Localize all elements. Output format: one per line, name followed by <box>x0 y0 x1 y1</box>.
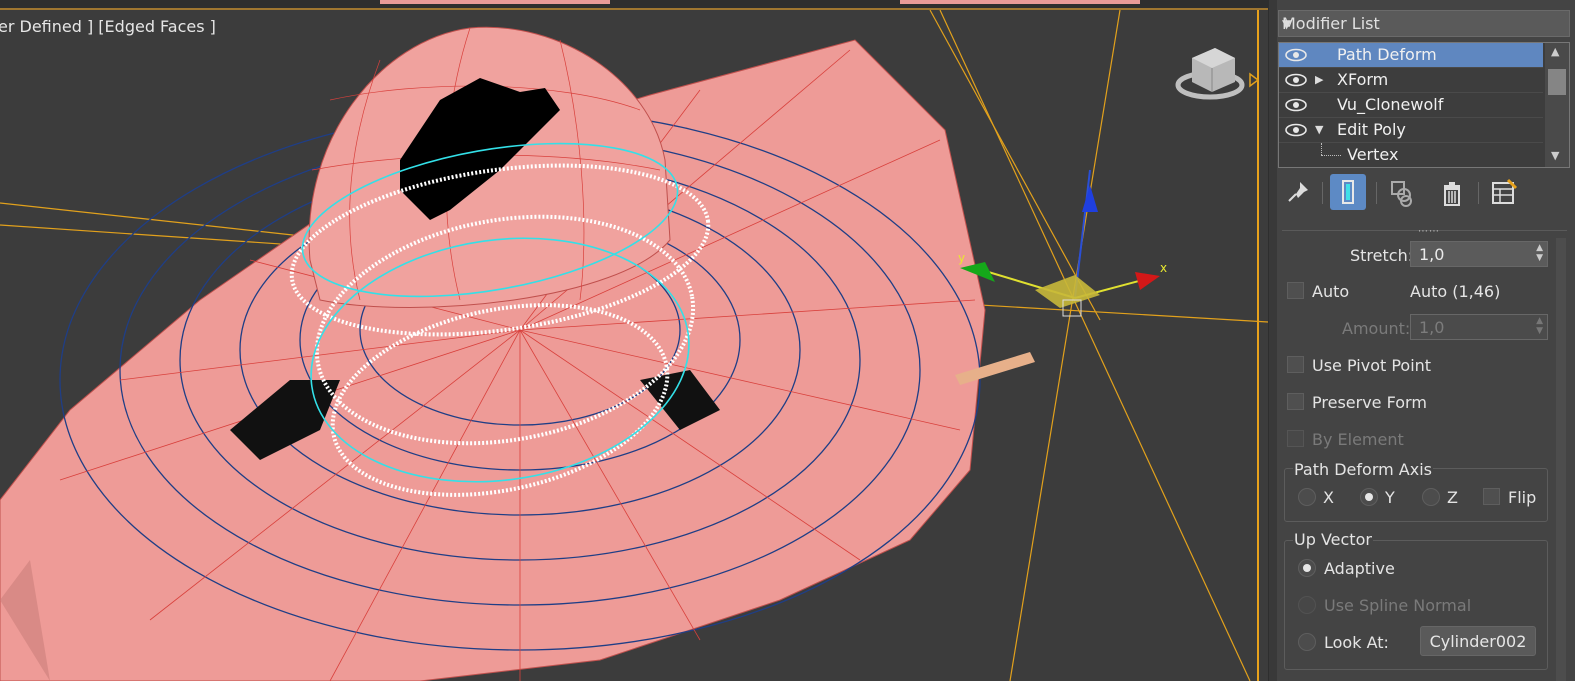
toolbar-divider <box>1322 182 1323 204</box>
amount-spinner[interactable]: 1,0 ▲ ▼ <box>1410 314 1548 340</box>
viewport-label[interactable]: er Defined ] [Edged Faces ] <box>0 17 216 36</box>
axis-y-label: Y <box>1385 488 1395 507</box>
toolbar-divider <box>1376 182 1377 204</box>
by-element-label: By Element <box>1312 430 1404 449</box>
use-pivot-point-label: Use Pivot Point <box>1312 356 1432 375</box>
path-deform-axis-title: Path Deform Axis <box>1293 460 1433 479</box>
by-element-checkbox[interactable] <box>1287 430 1304 447</box>
trash-icon <box>1444 182 1460 206</box>
spinner-arrows-icon[interactable]: ▲ ▼ <box>1536 243 1543 263</box>
eye-icon[interactable] <box>1285 48 1307 62</box>
flip-label: Flip <box>1508 488 1537 507</box>
stack-item-label: Path Deform <box>1337 45 1437 64</box>
use-pivot-point-checkbox[interactable] <box>1287 356 1304 373</box>
expand-arrow-icon[interactable]: ▶ <box>1315 73 1323 86</box>
stack-item-edit-poly[interactable]: ▼ Edit Poly <box>1279 118 1543 143</box>
scroll-down-icon[interactable]: ▼ <box>1551 149 1559 162</box>
use-spline-normal-radio[interactable] <box>1298 596 1316 614</box>
stack-toolbar <box>1278 172 1570 216</box>
svg-text:y: y <box>958 251 965 265</box>
show-end-result-button[interactable] <box>1330 174 1366 210</box>
configure-sets-icon <box>1492 178 1518 204</box>
amount-value: 1,0 <box>1419 318 1445 337</box>
tree-line <box>1321 143 1323 155</box>
stack-item-label: Vu_Clonewolf <box>1337 95 1444 114</box>
remove-modifier-button[interactable] <box>1434 174 1470 210</box>
axis-y-radio[interactable] <box>1360 488 1378 506</box>
axis-z-label: Z <box>1447 488 1458 507</box>
pin-icon <box>1288 182 1308 202</box>
configure-modifier-sets-button[interactable] <box>1486 174 1522 210</box>
scroll-thumb[interactable] <box>1548 69 1566 95</box>
up-vector-title: Up Vector <box>1293 530 1373 549</box>
make-unique-button[interactable] <box>1384 174 1420 210</box>
modifier-stack[interactable]: Path Deform ▶ XForm Vu_Clonewolf ▼ Edit … <box>1278 42 1570 168</box>
auto-value: Auto (1,46) <box>1410 282 1501 301</box>
stack-item-xform[interactable]: ▶ XForm <box>1279 68 1543 93</box>
app-root: x y er Defined ] [Edged Faces ] Modifier… <box>0 0 1575 681</box>
scroll-up-icon[interactable]: ▲ <box>1551 45 1559 58</box>
axis-x-radio[interactable] <box>1298 488 1316 506</box>
make-unique-icon <box>1391 181 1412 207</box>
stretch-spinner[interactable]: 1,0 ▲ ▼ <box>1410 241 1548 267</box>
svg-text:x: x <box>1160 261 1167 275</box>
stack-item-label: Vertex <box>1347 145 1399 164</box>
toolbar-divider <box>1478 182 1479 204</box>
viewport-scene[interactable]: x y <box>0 0 1268 681</box>
stack-scrollbar[interactable]: ▲ ▼ <box>1545 43 1569 167</box>
auto-label: Auto <box>1312 282 1350 301</box>
panel-splitter[interactable] <box>1268 0 1277 681</box>
look-at-label: Look At: <box>1324 633 1389 652</box>
eye-icon[interactable] <box>1285 73 1307 87</box>
look-at-radio[interactable] <box>1298 633 1316 651</box>
axis-z-radio[interactable] <box>1422 488 1440 506</box>
spinner-arrows-icon[interactable]: ▲ ▼ <box>1536 316 1543 336</box>
auto-checkbox[interactable] <box>1287 282 1304 299</box>
stretch-label: Stretch: <box>1350 246 1414 265</box>
tree-line <box>1321 155 1341 156</box>
stack-subitem-vertex[interactable]: Vertex <box>1279 143 1543 167</box>
viewcube-icon <box>1175 48 1260 100</box>
pin-stack-button[interactable] <box>1280 174 1316 210</box>
chevron-down-icon: ▼ <box>1282 17 1292 31</box>
eye-icon[interactable] <box>1285 98 1307 112</box>
flip-checkbox[interactable] <box>1483 488 1500 505</box>
adaptive-label: Adaptive <box>1324 559 1395 578</box>
amount-label: Amount: <box>1342 319 1411 338</box>
stack-item-label: Edit Poly <box>1337 120 1406 139</box>
viewport-perspective[interactable]: x y er Defined ] [Edged Faces ] <box>0 0 1268 681</box>
stack-item-path-deform[interactable]: Path Deform <box>1279 43 1543 68</box>
axis-x-label: X <box>1323 488 1334 507</box>
stretch-value: 1,0 <box>1419 245 1445 264</box>
use-spline-normal-label: Use Spline Normal <box>1324 596 1472 615</box>
look-at-target-button[interactable]: Cylinder002 <box>1420 626 1536 656</box>
eye-icon[interactable] <box>1285 123 1307 137</box>
adaptive-radio[interactable] <box>1298 559 1316 577</box>
stack-item-label: XForm <box>1337 70 1389 89</box>
command-panel-modify: Modifier List ▼ Path Deform ▶ XForm Vu_C… <box>1268 0 1575 681</box>
modifier-list-dropdown[interactable]: Modifier List ▼ <box>1278 10 1570 37</box>
preserve-form-label: Preserve Form <box>1312 393 1427 412</box>
stack-item-vu-clonewolf[interactable]: Vu_Clonewolf <box>1279 93 1543 118</box>
rollout-grip-icon[interactable]: ⋯⋯ <box>1418 226 1440 237</box>
preserve-form-checkbox[interactable] <box>1287 393 1304 410</box>
collapse-arrow-icon[interactable]: ▼ <box>1315 123 1323 136</box>
end-result-icon <box>1342 180 1354 204</box>
panel-scrollbar[interactable] <box>1556 238 1566 681</box>
